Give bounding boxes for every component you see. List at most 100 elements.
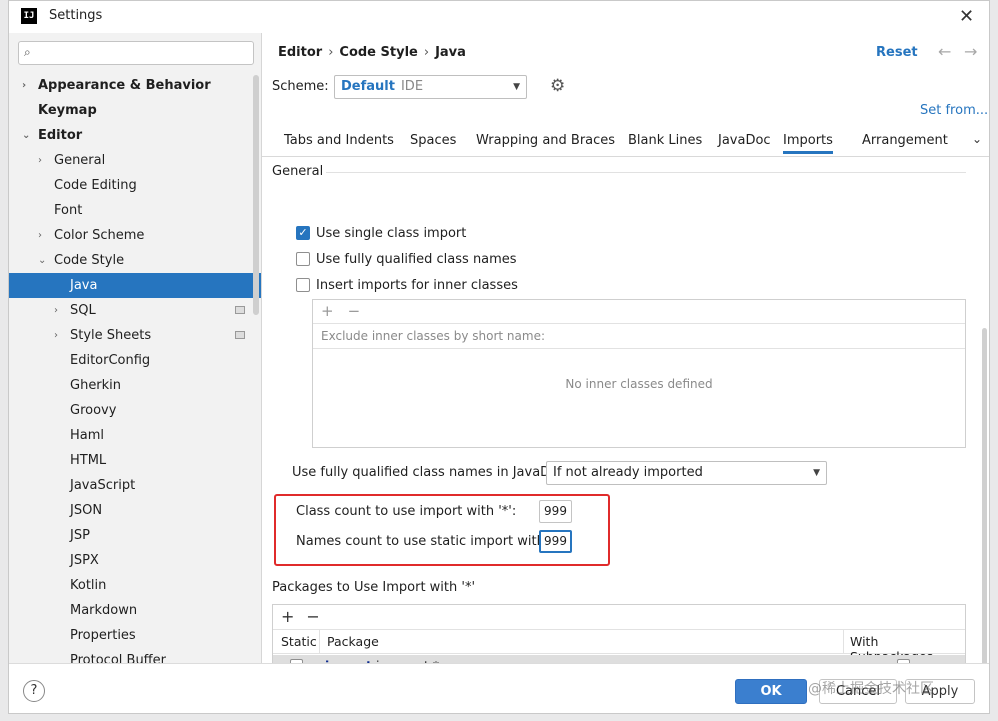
class-count-input[interactable]: 999 <box>539 500 572 523</box>
forward-arrow-icon[interactable]: → <box>964 42 977 61</box>
sidebar-item-label: Gherkin <box>70 378 122 393</box>
column-divider[interactable] <box>319 630 320 654</box>
gear-icon[interactable]: ⚙ <box>550 76 565 96</box>
checkbox-icon[interactable] <box>296 278 310 292</box>
inner-classes-filter-input[interactable]: Exclude inner classes by short name: <box>313 324 965 349</box>
names-count-input[interactable]: 999 <box>539 530 572 553</box>
sidebar-item[interactable]: Gherkin <box>9 373 261 398</box>
back-arrow-icon[interactable]: ← <box>938 42 951 61</box>
option-label: Insert imports for inner classes <box>316 277 518 293</box>
sidebar-item-label: Kotlin <box>70 578 107 593</box>
sidebar-item[interactable]: › Color Scheme <box>9 223 261 248</box>
close-icon[interactable]: ✕ <box>959 6 974 27</box>
column-static[interactable]: Static <box>281 634 317 649</box>
option-label: Use fully qualified class names <box>316 251 517 267</box>
reset-link[interactable]: Reset <box>876 45 918 60</box>
sidebar-item[interactable]: Kotlin <box>9 573 261 598</box>
javadoc-qualified-dropdown[interactable]: If not already imported ▼ <box>546 461 827 485</box>
column-divider[interactable] <box>843 630 844 654</box>
scheme-dropdown[interactable]: Default IDE ▼ <box>334 75 527 99</box>
sidebar-scrollbar[interactable] <box>253 75 259 315</box>
sidebar-item[interactable]: Font <box>9 198 261 223</box>
tab-spaces[interactable]: Spaces <box>410 133 456 148</box>
sidebar-item[interactable]: JSON <box>9 498 261 523</box>
chevron-down-icon[interactable]: ⌄ <box>972 132 982 146</box>
column-package[interactable]: Package <box>327 634 379 649</box>
sidebar-item[interactable]: JavaScript <box>9 473 261 498</box>
ok-button[interactable]: OK <box>735 679 807 704</box>
chevron-right-icon[interactable]: › <box>22 73 26 98</box>
sidebar-item[interactable]: › Appearance & Behavior <box>9 73 261 98</box>
sidebar-item[interactable]: › Style Sheets <box>9 323 261 348</box>
sidebar-item[interactable]: Haml <box>9 423 261 448</box>
sidebar-item-label: Style Sheets <box>70 328 152 343</box>
scheme-label: Scheme: <box>272 79 329 94</box>
add-icon[interactable]: + <box>321 302 334 320</box>
breadcrumb-java: Java <box>435 45 466 60</box>
sidebar-item-label: Code Style <box>54 253 125 268</box>
chevron-right-icon[interactable]: › <box>54 298 58 323</box>
sidebar-item[interactable]: Markdown <box>9 598 261 623</box>
tab-blank-lines[interactable]: Blank Lines <box>628 133 702 148</box>
checkbox-icon[interactable] <box>296 252 310 266</box>
sidebar-item[interactable]: Java <box>9 273 261 298</box>
sidebar-item-label: JSON <box>70 503 103 518</box>
sidebar-item[interactable]: JSPX <box>9 548 261 573</box>
sidebar-item[interactable]: › SQL <box>9 298 261 323</box>
tab-wrapping-and-braces[interactable]: Wrapping and Braces <box>476 133 615 148</box>
names-count-label: Names count to use static import with '*… <box>296 534 568 549</box>
chevron-right-icon[interactable]: › <box>54 323 58 348</box>
sidebar-item[interactable]: ⌄ Editor <box>9 123 261 148</box>
sidebar-item-label: HTML <box>70 453 107 468</box>
sidebar-item[interactable]: Properties <box>9 623 261 648</box>
remove-icon[interactable]: − <box>306 607 319 626</box>
breadcrumb-code-style: Code Style <box>339 45 418 60</box>
tab-javadoc[interactable]: JavaDoc <box>718 133 771 148</box>
sidebar-item[interactable]: Code Editing <box>9 173 261 198</box>
sidebar-item-label: Code Editing <box>54 178 137 193</box>
remove-icon[interactable]: − <box>348 302 361 320</box>
sidebar-item[interactable]: Groovy <box>9 398 261 423</box>
breadcrumb-separator: › <box>328 45 334 60</box>
settings-search-input[interactable]: ⌕ <box>18 41 254 65</box>
breadcrumb-separator: › <box>423 45 430 60</box>
help-icon[interactable]: ? <box>23 680 45 702</box>
watermark: @稀土掘金技术社区 <box>808 681 934 697</box>
table-row[interactable]: importjava.awt.* <box>273 655 965 663</box>
set-from-link[interactable]: Set from... <box>920 103 988 118</box>
scheme-type: IDE <box>400 79 424 94</box>
sidebar-item[interactable]: ⌄ Code Style <box>9 248 261 273</box>
empty-state-text: No inner classes defined <box>565 377 713 391</box>
chevron-right-icon[interactable]: › <box>38 223 42 248</box>
content-scrollbar[interactable] <box>982 328 987 663</box>
sidebar-item-label: Font <box>54 203 83 218</box>
sidebar-item-label: EditorConfig <box>70 353 151 368</box>
option-checkbox-row[interactable]: ✓ Use single class import <box>296 224 466 242</box>
sidebar-item-label: JSPX <box>70 553 99 568</box>
tab-tabs-and-indents[interactable]: Tabs and Indents <box>284 133 394 148</box>
sidebar-item-label: Color Scheme <box>54 228 145 243</box>
option-checkbox-row[interactable]: Use fully qualified class names <box>296 250 517 268</box>
sidebar-item[interactable]: HTML <box>9 448 261 473</box>
settings-window: IJ Settings ✕ ⌕ › Appearance & Behavior Ke… <box>8 0 990 714</box>
sidebar-item[interactable]: EditorConfig <box>9 348 261 373</box>
scheme-value: Default <box>341 79 395 94</box>
sidebar-item[interactable]: JSP <box>9 523 261 548</box>
packages-toolbar: + − <box>273 605 965 630</box>
add-icon[interactable]: + <box>281 607 294 626</box>
sidebar-item-label: Groovy <box>70 403 117 418</box>
search-icon: ⌕ <box>24 45 31 59</box>
sidebar-item[interactable]: Keymap <box>9 98 261 123</box>
table-header: Static Package With Subpackages <box>273 630 965 663</box>
checkbox-checked-icon[interactable]: ✓ <box>296 226 310 240</box>
chevron-down-icon[interactable]: ⌄ <box>38 248 46 273</box>
sidebar-item[interactable]: › General <box>9 148 261 173</box>
option-checkbox-row[interactable]: Insert imports for inner classes <box>296 276 518 294</box>
chevron-right-icon[interactable]: › <box>38 148 42 173</box>
window-title: Settings <box>49 8 103 23</box>
tab-imports[interactable]: Imports <box>783 133 833 154</box>
tab-arrangement[interactable]: Arrangement <box>862 133 948 148</box>
sidebar-item-label: Appearance & Behavior <box>38 78 211 93</box>
breadcrumb: Editor › Code Style › Java <box>278 45 466 60</box>
chevron-down-icon[interactable]: ⌄ <box>22 123 30 148</box>
